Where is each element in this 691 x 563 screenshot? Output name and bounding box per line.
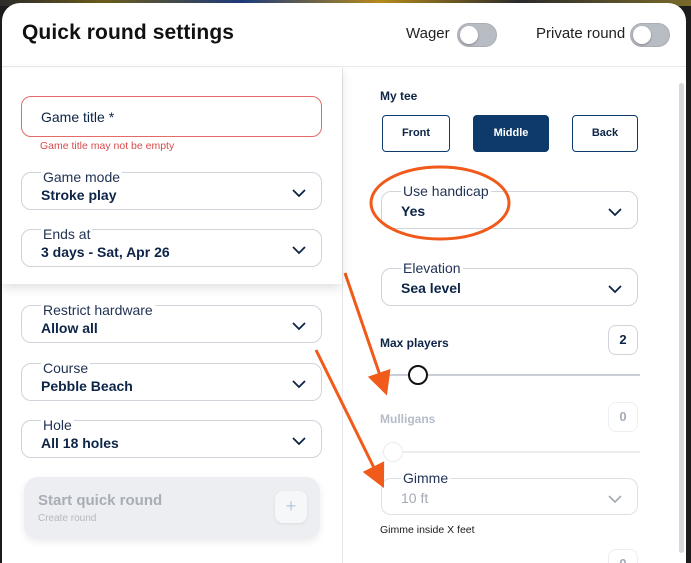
tee-back-button[interactable]: Back — [572, 115, 638, 152]
elevation-value: Sea level — [401, 280, 461, 296]
toggle-knob — [460, 26, 478, 44]
chevron-down-icon — [292, 246, 306, 255]
private-round-label: Private round — [536, 25, 626, 42]
private-round-toggle[interactable] — [630, 23, 670, 47]
max-players-label: Max players — [380, 336, 449, 350]
next-setting-count: 0 — [608, 549, 638, 563]
gimme-label: Gimme — [401, 470, 451, 486]
chevron-down-icon — [608, 495, 622, 504]
elevation-label: Elevation — [401, 260, 463, 276]
toggle-knob — [633, 26, 651, 44]
my-tee-label: My tee — [380, 89, 418, 103]
course-select[interactable]: Course Pebble Beach — [21, 360, 322, 401]
chevron-down-icon — [608, 208, 622, 217]
restrict-hardware-select[interactable]: Restrict hardware Allow all — [21, 302, 322, 343]
chevron-down-icon — [292, 189, 306, 198]
mulligans-label: Mulligans — [380, 412, 436, 426]
plus-icon: + — [275, 491, 307, 523]
ends-at-label: Ends at — [41, 226, 93, 242]
hole-select[interactable]: Hole All 18 holes — [21, 417, 322, 458]
course-label: Course — [41, 360, 91, 376]
use-handicap-select[interactable]: Use handicap Yes — [381, 183, 638, 229]
hole-label: Hole — [41, 417, 74, 433]
game-title-input[interactable]: Game title * — [21, 96, 322, 137]
start-quick-round-subtitle: Create round — [38, 513, 97, 524]
hole-value: All 18 holes — [41, 435, 119, 451]
start-quick-round-button[interactable]: Start quick round Create round + — [24, 477, 320, 539]
mulligans-slider-track — [382, 451, 640, 453]
tee-middle-button[interactable]: Middle — [473, 115, 549, 152]
elevation-select[interactable]: Elevation Sea level — [381, 260, 638, 306]
max-players-count: 2 — [608, 325, 638, 355]
wager-label: Wager — [406, 25, 450, 42]
use-handicap-value: Yes — [401, 203, 426, 219]
game-mode-select[interactable]: Game mode Stroke play — [21, 169, 322, 210]
gimme-note: Gimme inside X feet — [380, 524, 475, 536]
game-mode-label: Game mode — [41, 169, 123, 185]
ends-at-select[interactable]: Ends at 3 days - Sat, Apr 26 — [21, 226, 322, 267]
modal-header: Quick round settings Wager Private round — [2, 3, 686, 67]
gimme-select[interactable]: Gimme 10 ft — [381, 470, 638, 515]
restrict-hardware-value: Allow all — [41, 320, 98, 336]
chevron-down-icon — [292, 322, 306, 331]
wager-toggle[interactable] — [457, 23, 497, 47]
restrict-hardware-label: Restrict hardware — [41, 302, 155, 318]
left-top-panel: Game title * Game title may not be empty… — [2, 68, 342, 284]
chevron-down-icon — [292, 437, 306, 446]
max-players-slider-handle[interactable] — [408, 365, 428, 385]
scrollbar[interactable] — [679, 83, 684, 553]
modal-title: Quick round settings — [22, 21, 235, 44]
gimme-value: 10 ft — [401, 490, 429, 506]
start-quick-round-title: Start quick round — [38, 492, 163, 509]
mulligans-count: 0 — [608, 402, 638, 432]
column-divider — [342, 68, 343, 563]
use-handicap-label: Use handicap — [401, 183, 491, 199]
ends-at-value: 3 days - Sat, Apr 26 — [41, 244, 170, 260]
chevron-down-icon — [292, 380, 306, 389]
mulligans-slider-handle[interactable] — [383, 442, 403, 462]
course-value: Pebble Beach — [41, 378, 133, 394]
quick-round-modal: Quick round settings Wager Private round… — [2, 3, 686, 563]
game-title-placeholder: Game title * — [41, 109, 115, 125]
game-title-error: Game title may not be empty — [40, 140, 175, 152]
tee-front-button[interactable]: Front — [382, 115, 450, 152]
chevron-down-icon — [608, 285, 622, 294]
game-mode-value: Stroke play — [41, 187, 117, 203]
